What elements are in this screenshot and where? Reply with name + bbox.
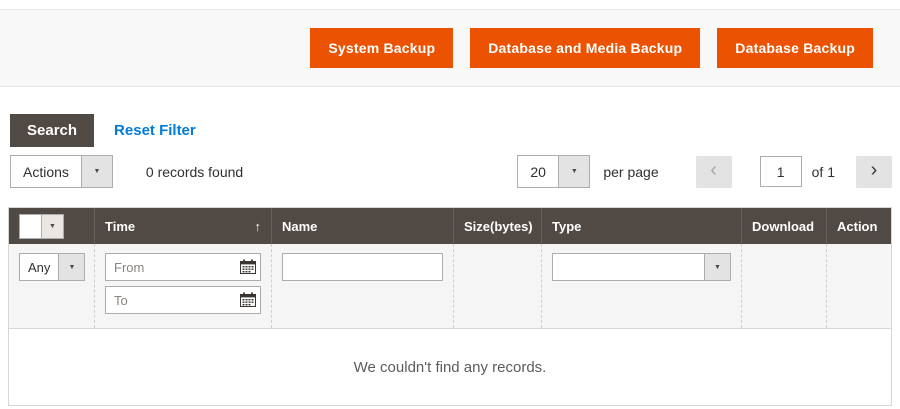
column-header-download: Download <box>741 208 826 244</box>
actions-select[interactable]: Actions ▼ <box>10 155 113 188</box>
filter-cell-massaction: Any ▼ <box>9 244 94 328</box>
column-header-time-label: Time <box>105 219 135 234</box>
chevron-down-icon[interactable]: ▼ <box>81 156 112 187</box>
filter-cell-type: ▼ <box>541 244 741 328</box>
filter-cell-name <box>271 244 453 328</box>
filter-cell-action <box>826 244 891 328</box>
filter-actions-row: Search Reset Filter <box>8 114 892 147</box>
time-to-input[interactable] <box>105 286 261 314</box>
empty-records-message: We couldn't find any records. <box>354 359 547 376</box>
chevron-down-icon[interactable]: ▼ <box>41 215 63 238</box>
grid-toolbar: Actions ▼ 0 records found 20 ▼ per page … <box>8 155 892 188</box>
type-filter-select[interactable]: ▼ <box>552 253 731 281</box>
time-to-wrap <box>105 286 261 314</box>
grid-container: Search Reset Filter Actions ▼ 0 records … <box>0 114 900 406</box>
calendar-icon[interactable] <box>240 259 256 274</box>
calendar-icon[interactable] <box>240 292 256 307</box>
filter-cell-size <box>453 244 541 328</box>
filter-cell-download <box>741 244 826 328</box>
column-header-time[interactable]: Time ↑ <box>94 208 271 244</box>
chevron-down-icon[interactable]: ▼ <box>704 254 730 280</box>
next-page-button[interactable]: › <box>856 156 892 188</box>
column-header-size[interactable]: Size(bytes) <box>453 208 541 244</box>
backups-grid: ▼ Time ↑ Name Size(bytes) Type Download … <box>8 207 892 406</box>
actions-select-value: Actions <box>11 156 81 187</box>
records-count-label: 0 records found <box>146 164 243 180</box>
massaction-filter-value: Any <box>20 254 58 280</box>
column-header-type[interactable]: Type <box>541 208 741 244</box>
dropdown-triangle: ▼ <box>571 168 578 175</box>
grid-filter-row: Any ▼ <box>9 244 891 328</box>
type-filter-value <box>553 254 583 280</box>
reset-filter-link[interactable]: Reset Filter <box>114 122 196 139</box>
system-backup-button[interactable]: System Backup <box>310 28 453 68</box>
dropdown-triangle: ▼ <box>68 264 75 271</box>
pagination-area: 20 ▼ per page ‹ of 1 › <box>517 155 892 188</box>
massaction-filter-select[interactable]: Any ▼ <box>19 253 85 281</box>
chevron-down-icon[interactable]: ▼ <box>58 254 84 280</box>
time-from-input[interactable] <box>105 253 261 281</box>
page-number-input[interactable] <box>760 156 802 187</box>
time-from-wrap <box>105 253 261 281</box>
dropdown-triangle: ▼ <box>49 223 56 230</box>
page-total-label: of 1 <box>812 164 835 180</box>
column-header-action: Action <box>826 208 891 244</box>
column-header-name[interactable]: Name <box>271 208 453 244</box>
per-page-value: 20 <box>518 156 558 187</box>
page-actions-bar: System Backup Database and Media Backup … <box>0 9 900 87</box>
empty-records-row: We couldn't find any records. <box>9 328 891 405</box>
chevron-down-icon[interactable]: ▼ <box>558 156 589 187</box>
sort-ascending-icon: ↑ <box>255 219 262 234</box>
previous-page-button[interactable]: ‹ <box>696 156 732 188</box>
grid-header-row: ▼ Time ↑ Name Size(bytes) Type Download … <box>9 208 891 244</box>
select-all-checkbox[interactable] <box>20 215 41 238</box>
massaction-area: Actions ▼ 0 records found <box>10 155 243 188</box>
select-all-header-cell: ▼ <box>9 208 94 244</box>
dropdown-triangle: ▼ <box>93 168 100 175</box>
filter-cell-time <box>94 244 271 328</box>
database-backup-button[interactable]: Database Backup <box>717 28 873 68</box>
search-button[interactable]: Search <box>10 114 94 147</box>
database-and-media-backup-button[interactable]: Database and Media Backup <box>470 28 700 68</box>
dropdown-triangle: ▼ <box>714 264 721 271</box>
name-filter-input[interactable] <box>282 253 443 281</box>
per-page-select[interactable]: 20 ▼ <box>517 155 590 188</box>
select-all-control[interactable]: ▼ <box>19 214 64 239</box>
per-page-label: per page <box>603 164 658 180</box>
